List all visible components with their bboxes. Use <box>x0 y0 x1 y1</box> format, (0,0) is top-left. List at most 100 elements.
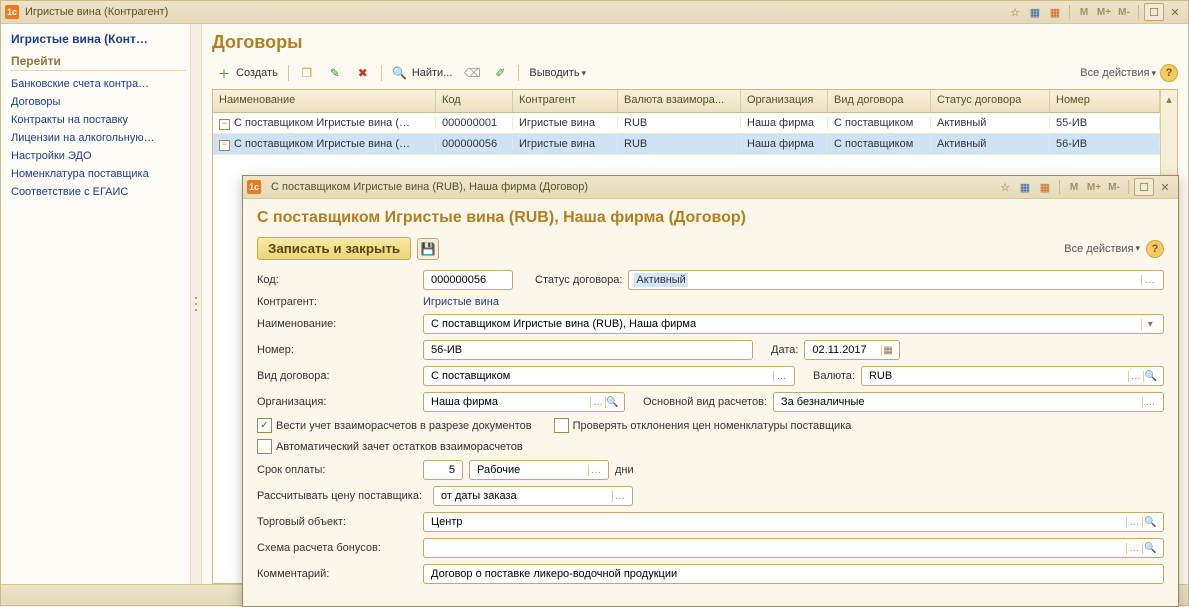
sidebar-item-license[interactable]: Лицензии на алкогольную… <box>11 129 186 147</box>
mem-m-button[interactable]: M <box>1065 179 1083 195</box>
delete-button[interactable]: ✖ <box>351 63 375 83</box>
calendar-icon[interactable]: ▦ <box>1046 4 1064 20</box>
maximize-button[interactable]: ☐ <box>1134 178 1154 196</box>
favorite-icon[interactable]: ☆ <box>996 179 1014 195</box>
sidebar-item-egais[interactable]: Соответствие с ЕГАИС <box>11 183 186 201</box>
window-title: Игристые вина (Контрагент) <box>25 6 1006 18</box>
bonus-input[interactable] <box>429 541 1126 555</box>
mem-m-button[interactable]: M <box>1075 4 1093 20</box>
calc-icon[interactable]: ▦ <box>1026 4 1044 20</box>
col-cur[interactable]: Валюта взаимора... <box>618 90 741 112</box>
col-agent[interactable]: Контрагент <box>513 90 618 112</box>
label-days: дни <box>615 464 634 476</box>
refresh-button[interactable]: ✐ <box>488 63 512 83</box>
mem-mplus-button[interactable]: M+ <box>1085 179 1103 195</box>
edit-button[interactable]: ✎ <box>323 63 347 83</box>
pay-unit-input-wrapper: … <box>469 460 609 480</box>
panel-collapser[interactable] <box>191 24 202 584</box>
calc-icon[interactable]: ▦ <box>1016 179 1034 195</box>
col-status[interactable]: Статус договора <box>931 90 1050 112</box>
sidebar-item-nomenclature[interactable]: Номенклатура поставщика <box>11 165 186 183</box>
currency-input[interactable] <box>867 369 1128 383</box>
dots-button[interactable]: … <box>588 465 603 476</box>
pay-qty-input[interactable] <box>429 463 457 477</box>
label-comment: Комментарий: <box>257 568 417 580</box>
save-close-button[interactable]: Записать и закрыть <box>257 237 411 260</box>
trade-obj-input[interactable] <box>429 515 1126 529</box>
name-input-wrapper: ▾ <box>423 314 1164 334</box>
dots-button[interactable]: … <box>1142 397 1158 408</box>
pay-unit-input[interactable] <box>475 463 588 477</box>
code-input[interactable] <box>429 273 507 287</box>
calendar-icon[interactable]: ▦ <box>1036 179 1054 195</box>
close-button[interactable]: ✕ <box>1166 4 1184 20</box>
col-org[interactable]: Организация <box>741 90 828 112</box>
trade-obj-input-wrapper: … 🔍 <box>423 512 1164 532</box>
search-button[interactable]: 🔍 <box>1143 371 1158 382</box>
checkbox-docs[interactable] <box>257 418 272 433</box>
org-input[interactable] <box>429 395 590 409</box>
search-button[interactable]: 🔍 <box>1142 517 1158 528</box>
grid-header: Наименование Код Контрагент Валюта взаим… <box>213 90 1160 113</box>
col-name[interactable]: Наименование <box>213 90 436 112</box>
mem-mminus-button[interactable]: M- <box>1115 4 1133 20</box>
label-currency: Валюта: <box>813 370 855 382</box>
dots-button[interactable]: … <box>590 397 604 408</box>
main-calc-input[interactable] <box>779 395 1142 409</box>
create-button[interactable]: ＋ Создать <box>212 63 282 83</box>
label-trade-obj: Торговый объект: <box>257 516 417 528</box>
copy-button[interactable]: ❐ <box>295 63 319 83</box>
search-button[interactable]: 🔍 <box>1142 543 1158 554</box>
col-code[interactable]: Код <box>436 90 513 112</box>
type-input[interactable] <box>429 369 773 383</box>
scroll-up-icon[interactable]: ▴ <box>1161 90 1177 108</box>
maximize-button[interactable]: ☐ <box>1144 3 1164 21</box>
name-input[interactable] <box>429 317 1141 331</box>
search-button[interactable]: 🔍 <box>605 397 619 408</box>
find-button[interactable]: 🔍 Найти... <box>388 63 457 83</box>
clear-filter-button[interactable]: ⌫ <box>460 63 484 83</box>
sidebar-item-edo[interactable]: Настройки ЭДО <box>11 147 186 165</box>
comment-input[interactable] <box>429 567 1158 581</box>
dots-button[interactable]: … <box>773 371 789 382</box>
pencil-icon: ✎ <box>327 65 343 81</box>
mem-mplus-button[interactable]: M+ <box>1095 4 1113 20</box>
dots-button[interactable]: … <box>1128 371 1143 382</box>
sidebar-item-contracts[interactable]: Договоры <box>11 93 186 111</box>
status-value[interactable]: Активный <box>634 273 687 287</box>
dots-button[interactable]: … <box>1126 543 1142 554</box>
checkbox-price-deviation[interactable] <box>554 418 569 433</box>
all-actions-label: Все действия <box>1064 243 1133 255</box>
grid-row[interactable]: −С поставщиком Игристые вина (… 00000000… <box>213 113 1160 134</box>
dots-button[interactable]: … <box>1126 517 1142 528</box>
all-actions-button[interactable]: Все действия ▾ <box>1080 67 1156 79</box>
close-button[interactable]: ✕ <box>1156 179 1174 195</box>
sidebar-item-bank[interactable]: Банковские счета контра… <box>11 75 186 93</box>
help-button[interactable]: ? <box>1160 64 1178 82</box>
number-input[interactable] <box>429 343 747 357</box>
dialog-toolbar: Записать и закрыть 💾 Все действия ▾ ? <box>257 237 1164 260</box>
checkbox-auto-offset[interactable] <box>257 439 272 454</box>
date-input[interactable] <box>810 343 880 357</box>
save-button[interactable]: 💾 <box>417 238 439 260</box>
price-calc-input[interactable] <box>439 489 612 503</box>
favorite-icon[interactable]: ☆ <box>1006 4 1024 20</box>
col-number[interactable]: Номер <box>1050 90 1160 112</box>
contract-dialog: 1c С поставщиком Игристые вина (RUB), На… <box>242 175 1179 607</box>
dots-button[interactable]: … <box>612 491 627 502</box>
output-button[interactable]: Выводить ▾ <box>525 63 590 83</box>
grid-row[interactable]: −С поставщиком Игристые вина (… 00000005… <box>213 134 1160 155</box>
help-button[interactable]: ? <box>1146 240 1164 258</box>
dots-button[interactable]: … <box>1141 275 1158 286</box>
app-icon: 1c <box>5 5 19 19</box>
calendar-button[interactable]: ▦ <box>881 345 895 356</box>
sidebar-item-supply[interactable]: Контракты на поставку <box>11 111 186 129</box>
all-actions-button[interactable]: Все действия ▾ <box>1064 243 1140 255</box>
agent-link[interactable]: Игристые вина <box>423 296 499 308</box>
mem-mminus-button[interactable]: M- <box>1105 179 1123 195</box>
org-input-wrapper: … 🔍 <box>423 392 625 412</box>
dropdown-button[interactable]: ▾ <box>1141 319 1158 330</box>
chevron-down-icon: ▾ <box>1135 243 1140 254</box>
dialog-title: С поставщиком Игристые вина (RUB), Наша … <box>257 209 1164 227</box>
col-type[interactable]: Вид договора <box>828 90 931 112</box>
